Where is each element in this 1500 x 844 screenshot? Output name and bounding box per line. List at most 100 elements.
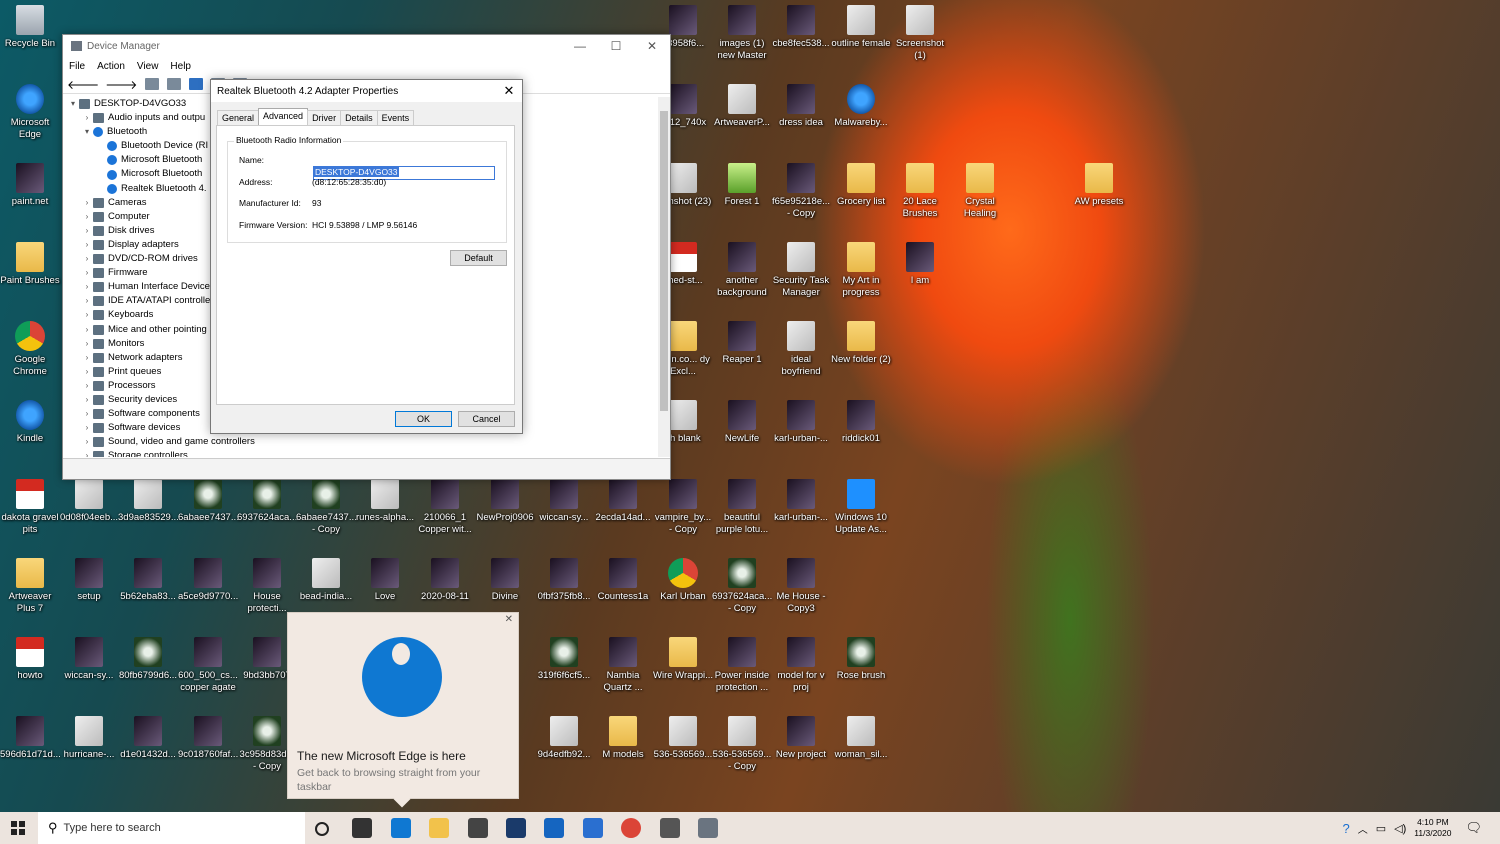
- desktop-icon[interactable]: New folder (2): [831, 321, 891, 366]
- desktop-icon[interactable]: Nambia Quartz ...: [593, 637, 653, 694]
- desktop-icon[interactable]: ArtweaverP...: [712, 84, 772, 129]
- volume-icon[interactable]: ◁): [1394, 822, 1406, 835]
- scrollbar-thumb[interactable]: [660, 111, 668, 411]
- desktop-icon[interactable]: 536-536569... - Copy: [712, 716, 772, 773]
- desktop-icon[interactable]: Rose brush: [831, 637, 891, 682]
- help-icon[interactable]: [189, 78, 204, 90]
- desktop-icon[interactable]: Screenshot (1): [890, 5, 950, 62]
- maximize-button[interactable]: ☐: [598, 39, 634, 53]
- chevron-right-icon[interactable]: ›: [81, 308, 93, 322]
- chevron-up-icon[interactable]: ︿: [1358, 821, 1368, 836]
- chevron-right-icon[interactable]: ›: [81, 365, 93, 379]
- mail-icon[interactable]: [544, 818, 564, 838]
- chevron-right-icon[interactable]: ›: [81, 238, 93, 252]
- tab-driver[interactable]: Driver: [307, 110, 342, 125]
- desktop-icon[interactable]: 0fbf375fb8...: [534, 558, 594, 603]
- desktop-icon[interactable]: Windows 10 Update As...: [831, 479, 891, 536]
- dialog-close-icon[interactable]: ✕: [496, 83, 522, 99]
- cortana-icon[interactable]: [315, 822, 329, 836]
- vertical-scrollbar[interactable]: [658, 97, 670, 457]
- chrome-icon[interactable]: [621, 818, 641, 838]
- desktop-icon[interactable]: 596d61d71d...: [0, 716, 61, 761]
- desktop-icon[interactable]: M models: [593, 716, 653, 761]
- desktop-icon[interactable]: riddick01: [831, 400, 891, 445]
- help-tray-icon[interactable]: ?: [1343, 821, 1350, 836]
- desktop-icon[interactable]: d1e01432d...: [118, 716, 178, 761]
- malwarebytes-icon[interactable]: [583, 818, 603, 838]
- desktop-icon[interactable]: 9d4edfb92...: [534, 716, 594, 761]
- chevron-right-icon[interactable]: ›: [81, 407, 93, 421]
- desktop-icon[interactable]: New project: [771, 716, 831, 761]
- desktop-icon[interactable]: vampire_by... - Copy: [653, 479, 713, 536]
- tree-node[interactable]: › Storage controllers: [63, 449, 657, 457]
- clock[interactable]: 4:10 PM 11/3/2020: [1414, 817, 1451, 839]
- minimize-button[interactable]: —: [562, 39, 598, 53]
- chevron-right-icon[interactable]: ›: [81, 379, 93, 393]
- desktop-icon[interactable]: AW presets: [1069, 163, 1129, 208]
- ok-button[interactable]: OK: [395, 411, 452, 427]
- desktop-icon[interactable]: NewProj0906: [475, 479, 535, 524]
- desktop-icon[interactable]: 5b62eba83...: [118, 558, 178, 603]
- desktop-icon[interactable]: My Art in progress: [831, 242, 891, 299]
- desktop-icon[interactable]: Reaper 1: [712, 321, 772, 366]
- desktop-icon[interactable]: Security Task Manager: [771, 242, 831, 299]
- desktop-icon[interactable]: 319f6f6cf5...: [534, 637, 594, 682]
- chevron-down-icon[interactable]: ▾: [81, 125, 93, 139]
- chevron-right-icon[interactable]: ›: [81, 294, 93, 308]
- desktop-icon[interactable]: 210066_1 Copper wit...: [415, 479, 475, 536]
- desktop-icon[interactable]: 6abaee7437... - Copy: [296, 479, 357, 536]
- desktop-icon[interactable]: a5ce9d9770...: [178, 558, 238, 603]
- desktop-icon[interactable]: 2020-08-11: [415, 558, 475, 603]
- desktop-icon[interactable]: Power inside protection ...: [712, 637, 772, 694]
- desktop-icon[interactable]: Karl Urban: [653, 558, 713, 603]
- chevron-down-icon[interactable]: ▾: [67, 97, 79, 111]
- forward-arrow-icon[interactable]: 🡒: [105, 77, 137, 92]
- desktop-icon[interactable]: karl-urban-...: [771, 400, 831, 445]
- desktop-icon[interactable]: howto: [0, 637, 60, 682]
- desktop-icon[interactable]: 6937624aca... - Copy: [712, 558, 772, 615]
- desktop-icon[interactable]: another background: [712, 242, 772, 299]
- file-explorer-icon[interactable]: [429, 818, 449, 838]
- search-box[interactable]: ⚲ Type here to search: [38, 812, 305, 844]
- chevron-right-icon[interactable]: ›: [81, 252, 93, 266]
- task-view-icon[interactable]: [352, 818, 372, 838]
- chevron-right-icon[interactable]: ›: [81, 224, 93, 238]
- desktop-icon[interactable]: cbe8fec538...: [771, 5, 831, 50]
- desktop-icon[interactable]: 9c018760faf...: [178, 716, 238, 761]
- chevron-right-icon[interactable]: ›: [81, 421, 93, 435]
- desktop-icon[interactable]: I am: [890, 242, 950, 287]
- cancel-button[interactable]: Cancel: [458, 411, 515, 427]
- chevron-right-icon[interactable]: ›: [81, 266, 93, 280]
- desktop-icon[interactable]: wiccan-sy...: [59, 637, 119, 682]
- desktop-icon[interactable]: bead-india...: [296, 558, 356, 603]
- chevron-right-icon[interactable]: ›: [81, 210, 93, 224]
- desktop-icon[interactable]: wiccan-sy...: [534, 479, 594, 524]
- properties-icon[interactable]: [145, 78, 160, 90]
- desktop-icon[interactable]: karl-urban-...: [771, 479, 831, 524]
- tab-events[interactable]: Events: [376, 110, 415, 125]
- desktop-icon[interactable]: House protecti...: [237, 558, 297, 615]
- desktop-icon[interactable]: hurricane-...: [59, 716, 119, 761]
- desktop-icon[interactable]: woman_sil...: [831, 716, 891, 761]
- desktop-icon[interactable]: 20 Lace Brushes: [890, 163, 950, 220]
- desktop-icon[interactable]: Me House - Copy3: [771, 558, 831, 615]
- menu-help[interactable]: Help: [170, 61, 191, 72]
- desktop-icon[interactable]: Kindle: [0, 400, 60, 445]
- desktop-icon[interactable]: Countess1a: [593, 558, 653, 603]
- close-button[interactable]: ✕: [634, 39, 670, 53]
- desktop-icon[interactable]: NewLife: [712, 400, 772, 445]
- desktop-icon[interactable]: Paint Brushes: [0, 242, 60, 287]
- chevron-right-icon[interactable]: ›: [81, 280, 93, 294]
- desktop-icon[interactable]: f65e95218e... - Copy: [771, 163, 831, 220]
- tab-details[interactable]: Details: [340, 110, 378, 125]
- device-manager-icon[interactable]: [698, 818, 718, 838]
- desktop-icon[interactable]: paint.net: [0, 163, 60, 208]
- desktop-icon[interactable]: Crystal Healing: [950, 163, 1010, 220]
- desktop-icon[interactable]: runes-alpha...: [355, 479, 415, 524]
- powershell-icon[interactable]: [506, 818, 526, 838]
- back-arrow-icon[interactable]: 🡐: [67, 77, 99, 92]
- desktop-icon[interactable]: Grocery list: [831, 163, 891, 208]
- desktop-icon[interactable]: 0d08f04eeb...: [59, 479, 119, 524]
- desktop-icon[interactable]: 536-536569...: [653, 716, 713, 761]
- tab-advanced[interactable]: Advanced: [258, 108, 309, 126]
